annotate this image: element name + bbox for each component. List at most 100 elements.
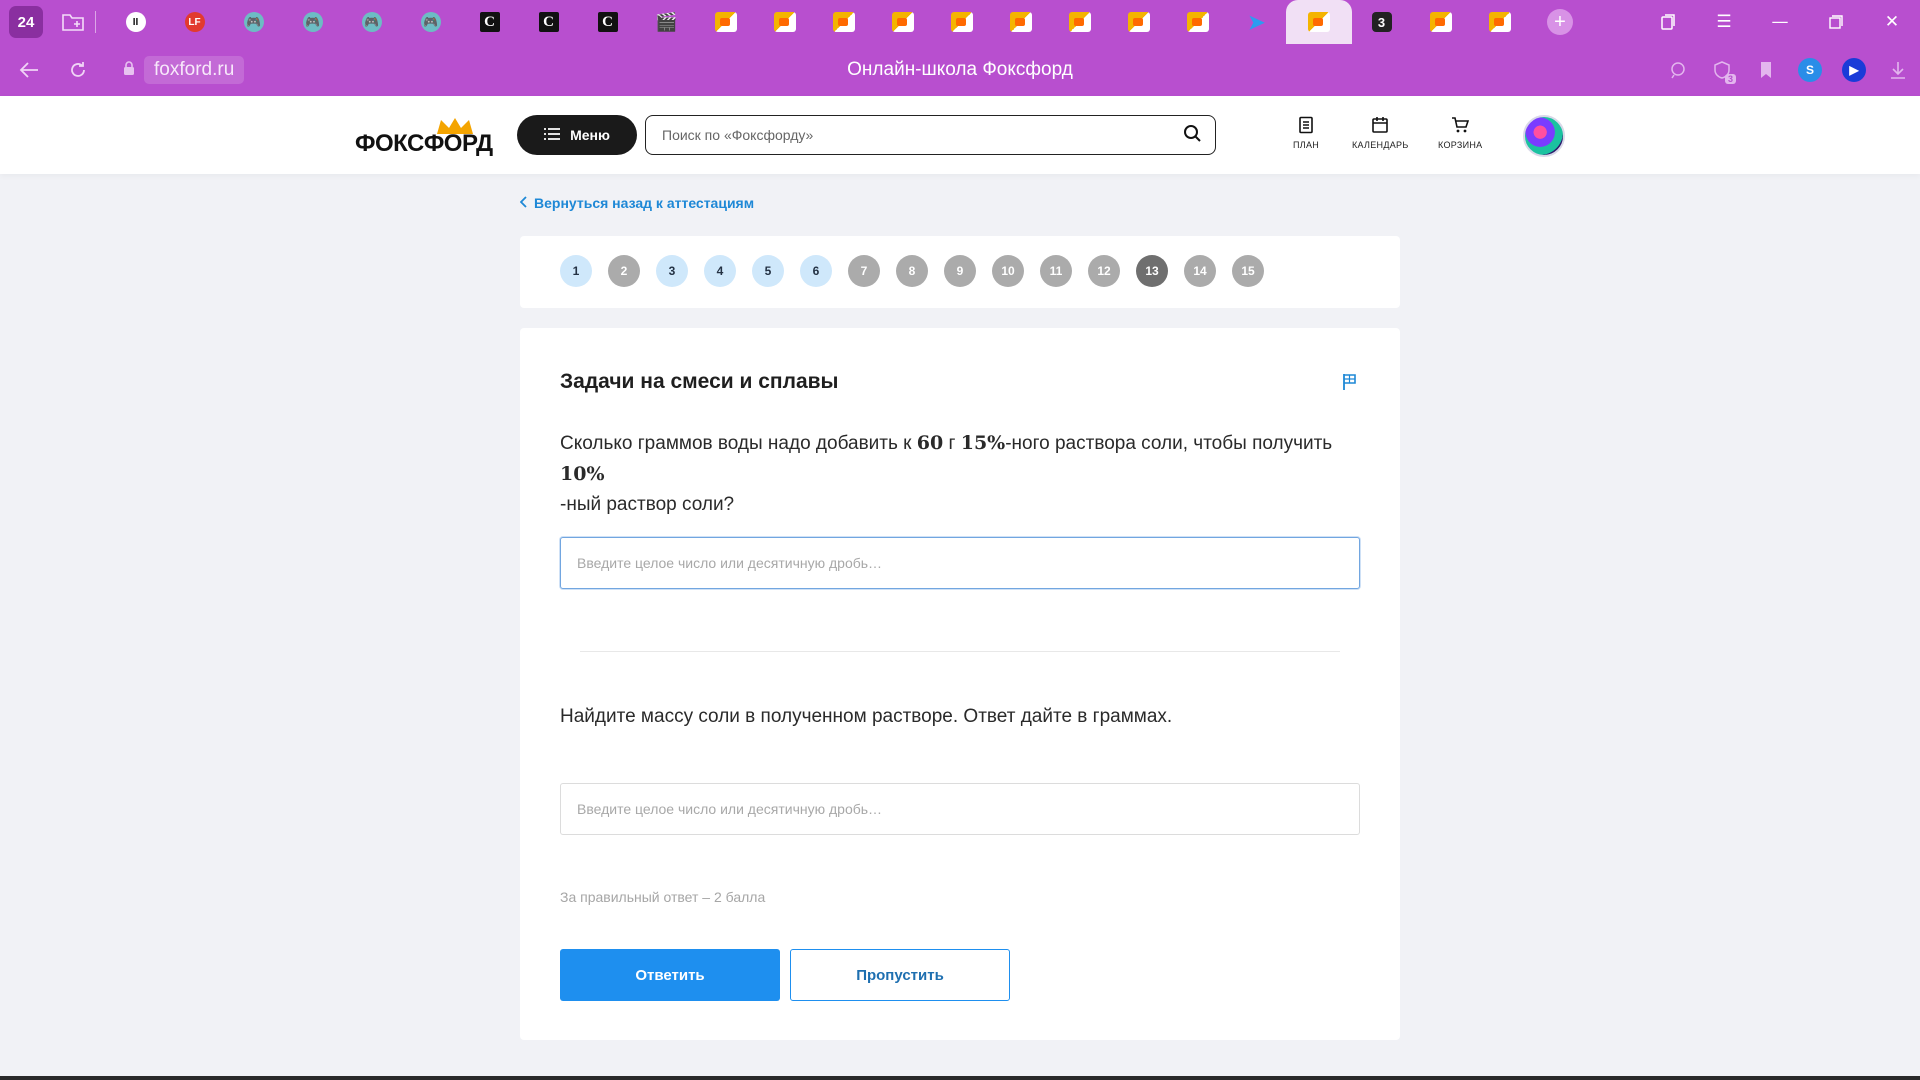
question-number-2[interactable]: 2: [608, 255, 640, 287]
browser-tab[interactable]: [1050, 0, 1109, 44]
tab-folder-icon[interactable]: [57, 6, 89, 38]
search-input[interactable]: [662, 127, 1183, 143]
search-icon[interactable]: [1183, 124, 1201, 146]
c-favicon: C: [597, 12, 618, 32]
menu-button[interactable]: Меню: [517, 115, 637, 155]
tab-list: II LF 🎮 🎮 🎮 🎮 C C C 🎬 ➤ 3: [106, 0, 1529, 44]
browser-tab[interactable]: [932, 0, 991, 44]
answer-2-input[interactable]: [560, 783, 1360, 835]
browser-tab[interactable]: 🎮: [401, 0, 460, 44]
browser-tab[interactable]: 🎮: [283, 0, 342, 44]
minimize-icon[interactable]: —: [1752, 0, 1808, 44]
user-avatar[interactable]: [1523, 115, 1565, 157]
browser-tab[interactable]: [1411, 0, 1470, 44]
reload-icon[interactable]: [58, 50, 98, 90]
question-number-14[interactable]: 14: [1184, 255, 1216, 287]
task-title: Задачи на смеси и сплавы: [560, 370, 839, 393]
browser-tab[interactable]: C: [519, 0, 578, 44]
foxford-favicon: [891, 12, 914, 32]
submit-answer-button[interactable]: Ответить: [560, 949, 780, 1001]
browser-tab[interactable]: II: [106, 0, 165, 44]
question-number-10[interactable]: 10: [992, 255, 1024, 287]
question-number-4[interactable]: 4: [704, 255, 736, 287]
question-2-text: Найдите массу соли в полученном растворе…: [560, 706, 1173, 727]
download-icon[interactable]: [1876, 48, 1920, 92]
three-favicon: 3: [1371, 12, 1392, 32]
question-1-mass: 60: [916, 432, 944, 454]
foxford-favicon: [832, 12, 855, 32]
chat-icon[interactable]: [1656, 48, 1700, 92]
lf-favicon: LF: [184, 12, 205, 32]
browser-tab[interactable]: 3: [1352, 0, 1411, 44]
foxford-favicon: [1488, 12, 1511, 32]
plan-link[interactable]: ПЛАН: [1293, 116, 1319, 150]
back-to-attestations-link[interactable]: Вернуться назад к аттестациям: [519, 195, 754, 211]
plan-icon: [1299, 116, 1313, 134]
browser-menu-icon[interactable]: ☰: [1696, 0, 1752, 44]
sync-extension-icon[interactable]: S: [1788, 48, 1832, 92]
question-1-percent-target: 10%: [560, 463, 605, 485]
browser-tab[interactable]: [696, 0, 755, 44]
browser-tab[interactable]: LF: [165, 0, 224, 44]
question-1-text-part: -ный раствор соли?: [560, 494, 735, 515]
question-number-13[interactable]: 13: [1136, 255, 1168, 287]
shield-extension-icon[interactable]: 3: [1700, 48, 1744, 92]
browser-tab[interactable]: 🎮: [224, 0, 283, 44]
url-field[interactable]: foxford.ru: [112, 54, 254, 86]
question-number-11[interactable]: 11: [1040, 255, 1072, 287]
question-number-8[interactable]: 8: [896, 255, 928, 287]
lock-icon: [122, 60, 136, 80]
gamepad-favicon: 🎮: [361, 12, 382, 32]
browser-tab[interactable]: C: [578, 0, 637, 44]
question-number-5[interactable]: 5: [752, 255, 784, 287]
question-number-7[interactable]: 7: [848, 255, 880, 287]
c-favicon: C: [479, 12, 500, 32]
browser-tab[interactable]: [991, 0, 1050, 44]
question-number-list: 1 2 3 4 5 6 7 8 9 10 11 12 13 14 15: [560, 255, 1264, 287]
flag-icon[interactable]: [1340, 372, 1360, 392]
cart-link[interactable]: КОРЗИНА: [1438, 116, 1482, 150]
browser-tab[interactable]: C: [460, 0, 519, 44]
question-number-3[interactable]: 3: [656, 255, 688, 287]
foxford-favicon: [1186, 12, 1209, 32]
question-number-1[interactable]: 1: [560, 255, 592, 287]
browser-tab[interactable]: 🎬: [637, 0, 696, 44]
close-window-icon[interactable]: ✕: [1864, 0, 1920, 44]
foxford-favicon: [1127, 12, 1150, 32]
bird-favicon: ➤: [1248, 11, 1265, 34]
browser-tab[interactable]: [1168, 0, 1227, 44]
score-note: За правильный ответ – 2 балла: [560, 889, 766, 905]
bookmark-icon[interactable]: [1744, 48, 1788, 92]
skip-button[interactable]: Пропустить: [790, 949, 1010, 1001]
tab-separator: [95, 11, 96, 33]
foxford-favicon: [714, 12, 737, 32]
browser-tab[interactable]: [1109, 0, 1168, 44]
browser-tab[interactable]: [1470, 0, 1529, 44]
browser-tab[interactable]: [1286, 0, 1352, 44]
collections-icon[interactable]: [1640, 0, 1696, 44]
url-host: foxford.ru: [144, 56, 245, 84]
plan-label: ПЛАН: [1293, 140, 1320, 150]
clapperboard-favicon: 🎬: [655, 11, 678, 32]
tab-counter[interactable]: 24: [9, 6, 43, 38]
video-extension-icon[interactable]: ▶: [1832, 48, 1876, 92]
question-number-15[interactable]: 15: [1232, 255, 1264, 287]
answer-1-input[interactable]: [560, 537, 1360, 589]
back-arrow-icon[interactable]: [9, 50, 49, 90]
browser-tab[interactable]: [873, 0, 932, 44]
foxford-favicon: [950, 12, 973, 32]
new-tab-button[interactable]: +: [1547, 9, 1573, 35]
restore-icon[interactable]: [1808, 0, 1864, 44]
browser-tab[interactable]: 🎮: [342, 0, 401, 44]
foxford-favicon: [1009, 12, 1032, 32]
browser-tab[interactable]: [814, 0, 873, 44]
browser-tab-strip: 24 II LF 🎮 🎮 🎮 🎮 C C C 🎬 ➤ 3 + ☰ — ✕: [0, 0, 1920, 44]
question-number-6[interactable]: 6: [800, 255, 832, 287]
question-number-9[interactable]: 9: [944, 255, 976, 287]
question-number-12[interactable]: 12: [1088, 255, 1120, 287]
browser-tab[interactable]: [755, 0, 814, 44]
foxford-logo[interactable]: ФОКСФОРД: [355, 116, 495, 157]
calendar-icon: [1372, 117, 1389, 133]
calendar-link[interactable]: КАЛЕНДАРЬ: [1352, 116, 1409, 150]
browser-tab[interactable]: ➤: [1227, 0, 1286, 44]
